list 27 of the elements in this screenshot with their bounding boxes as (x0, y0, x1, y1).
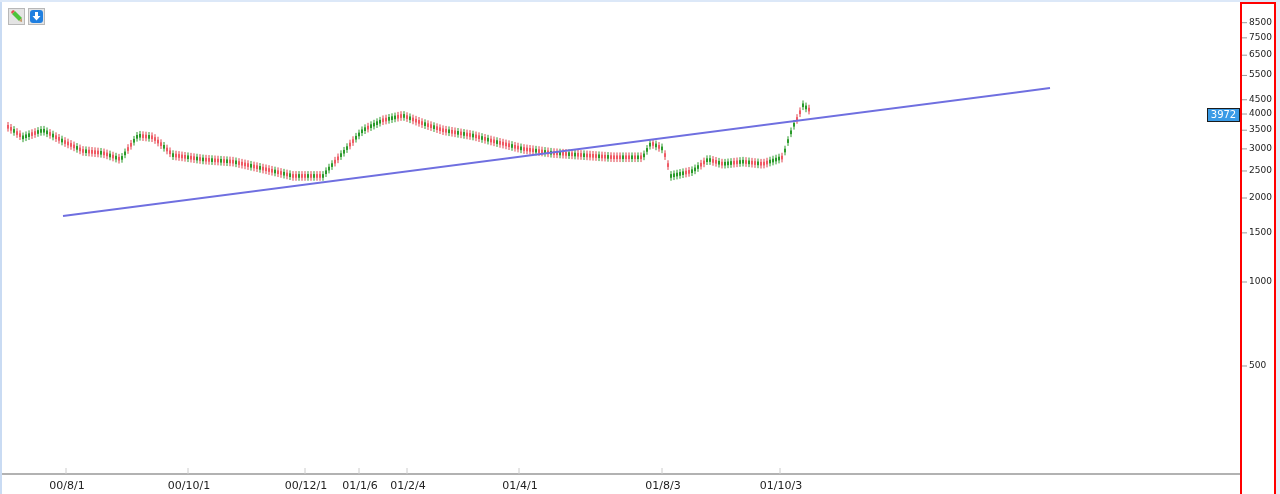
price-label: 4500 (1249, 93, 1272, 105)
date-label: 01/2/4 (390, 479, 426, 492)
trend-line[interactable] (62, 87, 1051, 217)
pencil-tool-button[interactable] (8, 8, 25, 25)
price-label: 3000 (1249, 142, 1272, 154)
price-label: 1000 (1249, 276, 1272, 287)
date-label: 00/12/1 (284, 479, 328, 492)
price-label: 2000 (1249, 192, 1272, 203)
price-label: 4000 (1249, 108, 1272, 119)
date-label: 01/4/1 (502, 479, 538, 492)
download-icon (30, 10, 43, 23)
date-label: 01/1/6 (342, 479, 378, 492)
price-label: 2500 (1249, 164, 1272, 176)
price-label: 500 (1249, 360, 1267, 371)
price-label: 8500 (1249, 16, 1272, 28)
price-label: 5500 (1249, 69, 1272, 81)
date-label: 01/10/3 (759, 479, 803, 492)
price-label: 7500 (1249, 31, 1272, 43)
date-label: 00/10/1 (167, 479, 211, 492)
pencil-icon (10, 10, 23, 23)
download-tool-button[interactable] (28, 8, 45, 25)
date-label: 01/8/3 (645, 479, 681, 492)
price-label: 6500 (1249, 49, 1272, 61)
current-price-tag: 3972 (1207, 107, 1240, 122)
price-label: 3500 (1249, 124, 1272, 136)
price-label: 1500 (1249, 226, 1272, 238)
date-label: 00/8/1 (49, 479, 85, 492)
